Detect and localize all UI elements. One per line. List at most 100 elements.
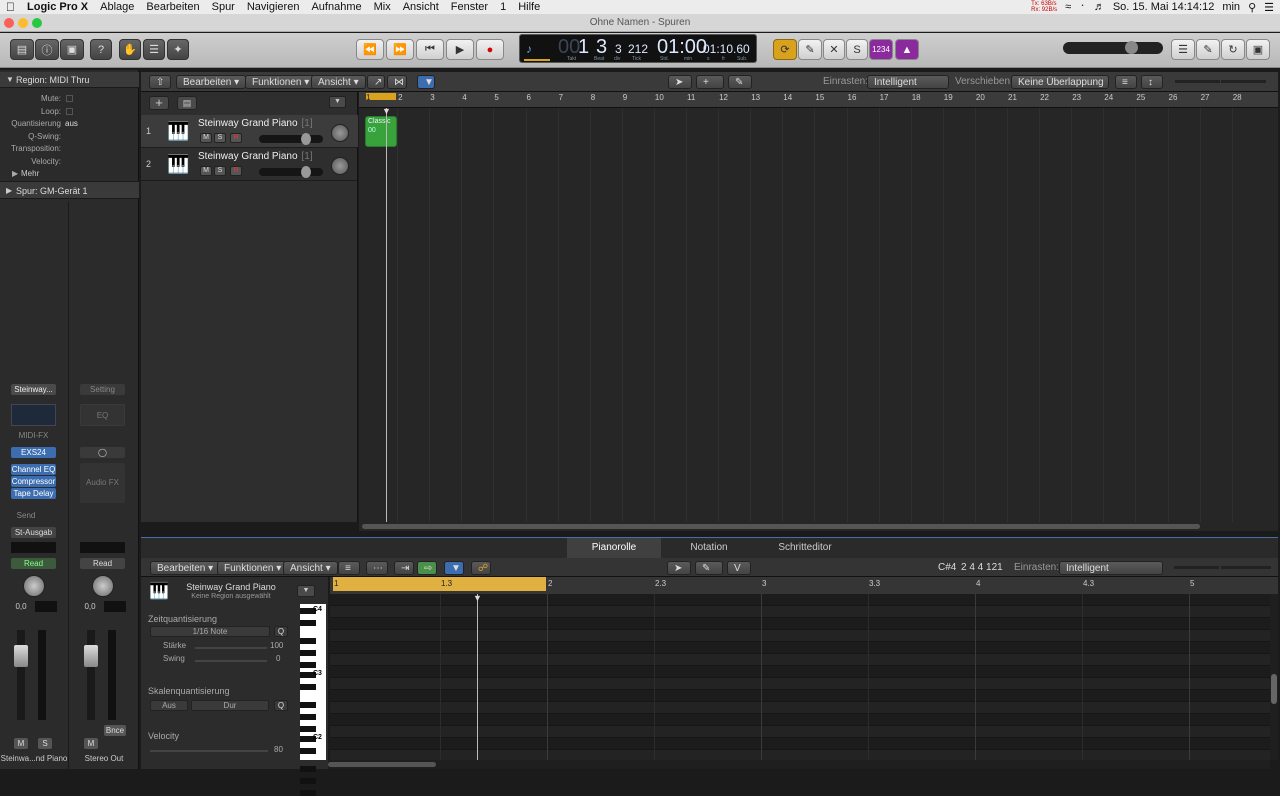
playhead-marker-icon[interactable]: ▼ <box>382 106 391 116</box>
track-mute-button[interactable]: M <box>200 166 212 176</box>
black-key[interactable] <box>300 726 316 732</box>
record-icon[interactable]: ● <box>476 39 504 60</box>
add-track-button[interactable]: + <box>149 96 169 110</box>
list-editors-icon[interactable]: ☰ <box>1171 39 1195 60</box>
strip1-fx-slot-3[interactable]: Tape Delay <box>11 488 56 499</box>
tracks-menu-bearbeiten[interactable]: Bearbeiten ▾ <box>176 75 247 89</box>
lcd-display[interactable]: ♪ 00 1 3 3 212 01:00 01:10.60 Takt Beat … <box>519 34 757 63</box>
editor-playhead[interactable] <box>477 594 478 760</box>
strip2-mute-button[interactable]: M <box>84 738 98 749</box>
tab-notation[interactable]: Notation <box>661 538 757 558</box>
black-key[interactable] <box>300 650 316 656</box>
black-key[interactable] <box>300 684 316 690</box>
menu-1[interactable]: 1 <box>494 1 512 13</box>
track-inspector-header[interactable]: ▶ Spur: GM-Gerät 1 <box>0 181 139 199</box>
strip2-audiofx-slot[interactable]: Audio FX <box>80 463 125 503</box>
black-key[interactable] <box>300 790 316 796</box>
midi-out-icon[interactable]: ⇨ <box>417 561 437 575</box>
notepad-icon[interactable]: ✎ <box>1196 39 1220 60</box>
quantize-icon[interactable]: ⋯ <box>366 561 388 575</box>
cycle-icon[interactable]: ⟳ <box>773 39 797 60</box>
playhead[interactable] <box>386 108 387 522</box>
strip1-midifx-slot[interactable]: MIDI-FX <box>11 430 56 441</box>
menu-ansicht[interactable]: Ansicht <box>397 1 445 13</box>
editor-pencil-tool-icon[interactable]: ✎ <box>695 561 723 575</box>
track-pan-knob[interactable] <box>331 157 349 175</box>
strip1-mute-button[interactable]: M <box>14 738 28 749</box>
autopunch-icon[interactable]: ✕ <box>823 39 845 60</box>
strip2-eq-display[interactable]: EQ <box>80 404 125 426</box>
track-row[interactable]: 1 🎹 Steinway Grand Piano [1] M S R <box>141 115 358 148</box>
menu-aufnahme[interactable]: Aufnahme <box>305 1 367 13</box>
vertical-zoom-icon[interactable]: ↕ <box>1141 75 1163 89</box>
track-solo-button[interactable]: S <box>214 133 226 143</box>
scale-type-select[interactable]: Dur <box>191 700 269 711</box>
editor-panel-menu-icon[interactable]: ▼ <box>297 585 315 597</box>
menu-navigieren[interactable]: Navigieren <box>241 1 306 13</box>
tracks-move-select[interactable]: Keine Überlappung <box>1011 75 1109 89</box>
waveform-zoom-icon[interactable]: ≡ <box>1115 75 1137 89</box>
inspector-velocity-row[interactable]: Velocity: <box>0 157 139 169</box>
strip1-pan-knob[interactable] <box>23 575 45 597</box>
pointer-tool-icon[interactable]: ➤ <box>668 75 692 89</box>
menubar-user[interactable]: min <box>1222 1 1240 13</box>
horizontal-zoom-slider[interactable] <box>1221 80 1266 83</box>
tracks-menu-funktionen[interactable]: Funktionen ▾ <box>245 75 317 89</box>
region-inspector-header[interactable]: ▼ Region: MIDI Thru <box>0 72 139 88</box>
editor-filter-icon[interactable]: ▼ <box>444 561 464 575</box>
strip2-bounce-button[interactable]: Bnce <box>104 725 126 736</box>
flex-icon[interactable]: ⋈ <box>387 75 407 89</box>
inspector-mute-row[interactable]: Mute: <box>0 94 139 106</box>
time-quantize-button[interactable]: Q <box>274 626 288 637</box>
marquee-tool-icon[interactable]: + <box>696 75 724 89</box>
track-volume-slider[interactable] <box>259 133 323 145</box>
master-volume-slider[interactable] <box>1063 41 1163 54</box>
apple-icon[interactable]:  <box>0 0 21 14</box>
link-icon[interactable]: ◯ <box>80 447 125 458</box>
scale-root-select[interactable]: Aus <box>150 700 188 711</box>
strip2-automation-mode[interactable]: Read <box>80 558 125 569</box>
solo-icon[interactable]: S <box>846 39 868 60</box>
track-solo-button[interactable]: S <box>214 166 226 176</box>
browser-icon[interactable]: ▣ <box>1246 39 1270 60</box>
strip2-volume-fader[interactable] <box>84 645 98 667</box>
editor-horizontal-zoom-slider[interactable] <box>1221 566 1271 569</box>
editor-vertical-scrollbar[interactable] <box>1270 594 1278 760</box>
folder-icon[interactable]: ▤ <box>177 96 197 110</box>
play-icon[interactable]: ▶ <box>446 39 474 60</box>
strip1-fx-slot-2[interactable]: Compressor <box>11 476 56 487</box>
velocity-slider[interactable] <box>150 750 268 752</box>
black-key[interactable] <box>300 638 316 644</box>
global-tracks-icon[interactable]: ▼ <box>329 96 346 108</box>
velocity-tool-icon[interactable]: V <box>727 561 751 575</box>
strip2-pan-knob[interactable] <box>92 575 114 597</box>
black-key[interactable] <box>300 778 316 784</box>
cycle-region[interactable] <box>366 93 396 100</box>
editor-snap-select[interactable]: Intelligent <box>1059 561 1163 575</box>
strip2-setting-button[interactable]: Setting <box>80 384 125 395</box>
menu-app[interactable]: Logic Pro X <box>21 1 94 13</box>
bar-ruler[interactable]: 1 2 3 4 5 6 7 8 9 10 11 12 13 14 15 16 17 18 19 20 21 22 23 24 2… <box>359 92 1278 108</box>
editor-vertical-zoom-slider[interactable] <box>1174 566 1219 569</box>
menu-spur[interactable]: Spur <box>206 1 241 13</box>
midi-in-icon[interactable]: ⇥ <box>394 561 414 575</box>
inspector-loop-row[interactable]: Loop: <box>0 107 139 119</box>
track-pan-knob[interactable] <box>331 124 349 142</box>
strip1-automation-mode[interactable]: Read <box>11 558 56 569</box>
strength-slider[interactable] <box>195 647 267 649</box>
menu-bearbeiten[interactable]: Bearbeiten <box>140 1 205 13</box>
strip1-instrument-slot[interactable]: EXS24 <box>11 447 56 458</box>
strip2-name[interactable]: Stereo Out <box>69 754 139 763</box>
volume-icon[interactable]: ♬ <box>1094 1 1105 13</box>
loop-browser-icon[interactable]: ↻ <box>1221 39 1245 60</box>
forward-icon[interactable]: ⏩ <box>386 39 414 60</box>
menubar-clock[interactable]: So. 15. Mai 14:14:12 <box>1113 1 1215 13</box>
strip1-name[interactable]: Steinwa...nd Piano <box>0 754 68 763</box>
tab-pianorolle[interactable]: Pianorolle <box>567 538 661 558</box>
inspector-transpose-row[interactable]: Transposition: <box>0 144 139 156</box>
up-arrow-icon[interactable]: ⇧ <box>149 75 171 89</box>
scale-quantize-button[interactable]: Q <box>274 700 288 711</box>
goto-start-icon[interactable]: ⏮ <box>416 39 444 60</box>
bluetooth-icon[interactable]: ᛫ <box>1079 1 1086 13</box>
strip1-setting-button[interactable]: Steinway... <box>11 384 56 395</box>
